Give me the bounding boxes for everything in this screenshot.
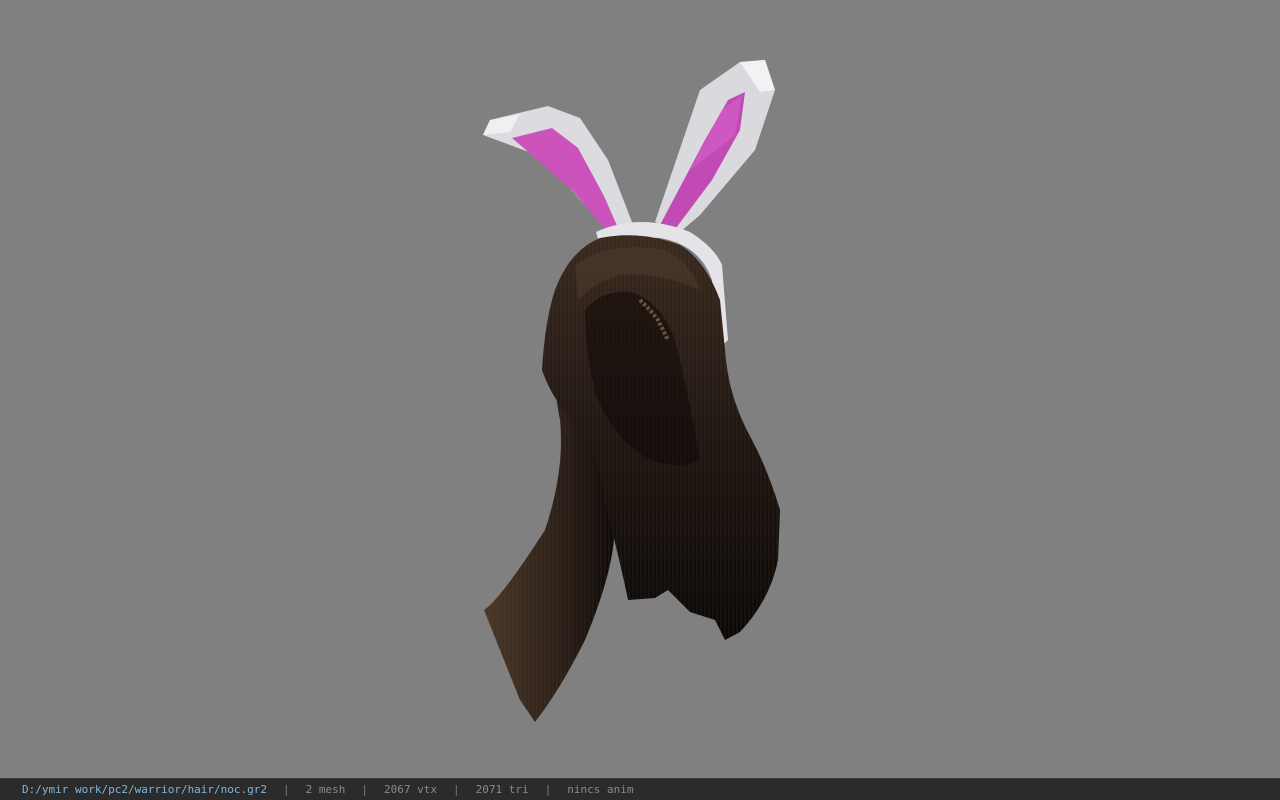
vertex-count: 2067 vtx: [384, 783, 438, 796]
hair-model-icon: [483, 60, 780, 722]
mesh-count: 2 mesh: [305, 783, 346, 796]
separator: |: [544, 783, 552, 796]
triangle-count: 2071 tri: [475, 783, 529, 796]
separator: |: [453, 783, 460, 796]
animation-status: nincs anim: [567, 783, 634, 796]
separator: |: [283, 783, 290, 796]
separator: |: [361, 783, 369, 796]
right-bunny-ear: [655, 60, 775, 232]
status-bar: D:/ymir work/pc2/warrior/hair/noc.gr2 | …: [0, 778, 1280, 800]
file-path-label: D:/ymir work/pc2/warrior/hair/noc.gr2: [22, 783, 268, 796]
3d-viewport[interactable]: [0, 0, 1280, 778]
left-bunny-ear: [483, 106, 632, 232]
